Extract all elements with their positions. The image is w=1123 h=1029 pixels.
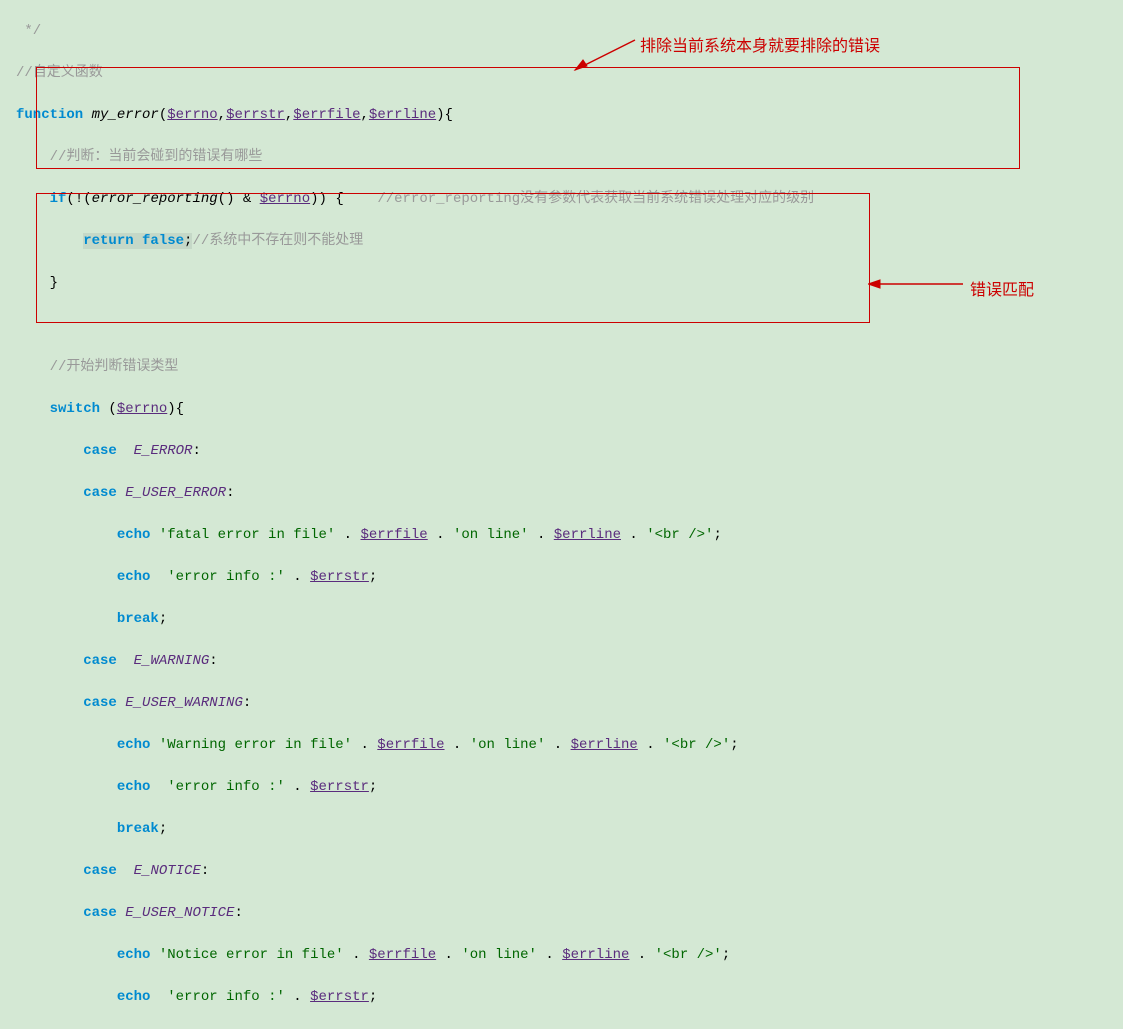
arrow-right [868, 278, 968, 290]
highlight-box-1 [36, 67, 1020, 169]
kw-switch: switch [50, 401, 100, 417]
const-e-error: E_ERROR [134, 443, 193, 459]
annotation-match: 错误匹配 [970, 276, 1034, 300]
comment-judge-type: //开始判断错误类型 [50, 359, 179, 375]
const-e-user-error: E_USER_ERROR [125, 485, 226, 501]
comment-close: */ [16, 23, 41, 39]
kw-break: break [117, 611, 159, 627]
const-e-warning: E_WARNING [134, 653, 210, 669]
const-e-user-notice: E_USER_NOTICE [125, 905, 234, 921]
arrow-top [565, 36, 640, 78]
highlight-box-2 [36, 193, 870, 323]
const-e-user-warning: E_USER_WARNING [125, 695, 243, 711]
annotation-exclude: 排除当前系统本身就要排除的错误 [640, 32, 880, 56]
const-e-notice: E_NOTICE [134, 863, 201, 879]
